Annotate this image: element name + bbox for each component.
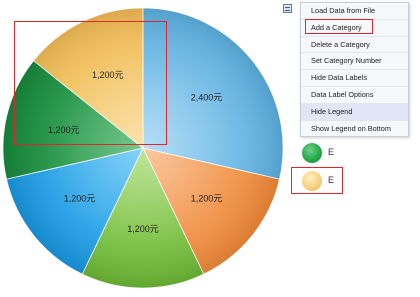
menu-handle-icon[interactable]: [283, 4, 292, 13]
menu-item-data-label-options[interactable]: Data Label Options: [301, 85, 408, 103]
menu-item-show-legend-bottom[interactable]: Show Legend on Bottom: [301, 119, 408, 137]
menu-item-hide-data-labels[interactable]: Hide Data Labels: [301, 69, 408, 86]
menu-item-hide-legend[interactable]: Hide Legend: [301, 102, 408, 120]
legend-label: E: [328, 147, 335, 157]
menu-item-load-data[interactable]: Load Data from File: [301, 3, 408, 19]
slice-data-label-3: 1,200元: [64, 194, 96, 204]
menu-item-delete-category[interactable]: Delete a Category: [301, 35, 408, 53]
legend-highlight-box: [291, 167, 343, 194]
slice-data-label-0: 2,400元: [191, 92, 223, 102]
menu-item-set-category-number[interactable]: Set Category Number: [301, 52, 408, 69]
menu-item-highlight-box: [305, 19, 373, 34]
legend-swatch-green: [302, 143, 322, 163]
slice-data-label-2: 1,200元: [127, 224, 159, 234]
slice-data-label-1: 1,200元: [191, 194, 223, 204]
slice-highlight-box: [14, 21, 167, 145]
